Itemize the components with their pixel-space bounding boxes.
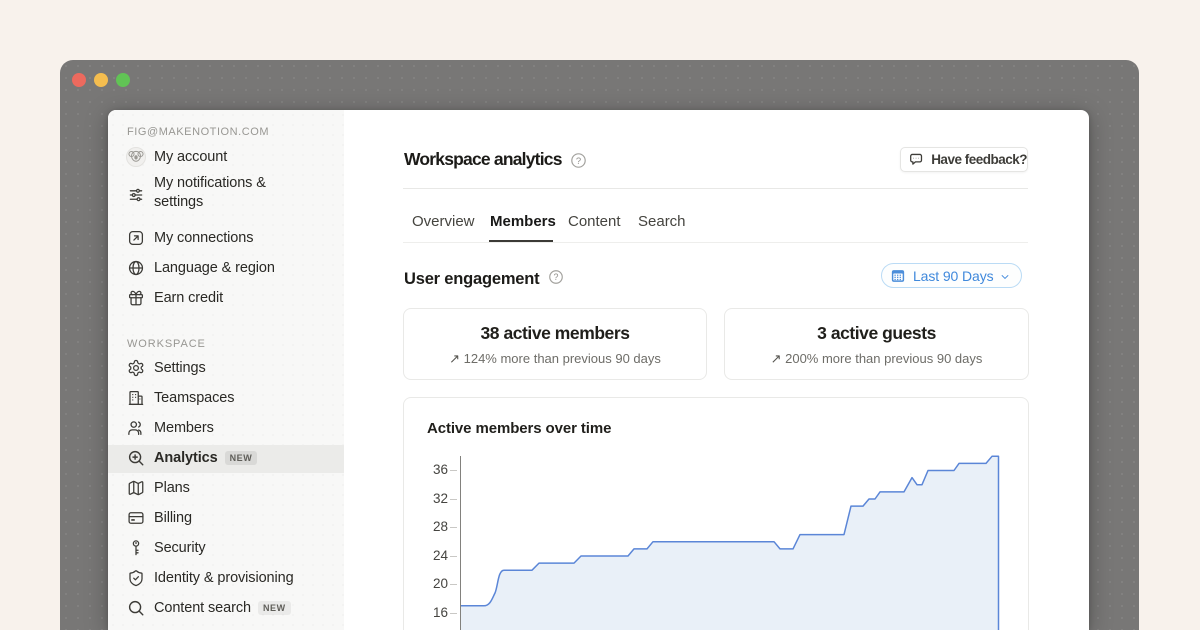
svg-text:?: ? (554, 272, 559, 282)
svg-text:?: ? (576, 156, 581, 167)
